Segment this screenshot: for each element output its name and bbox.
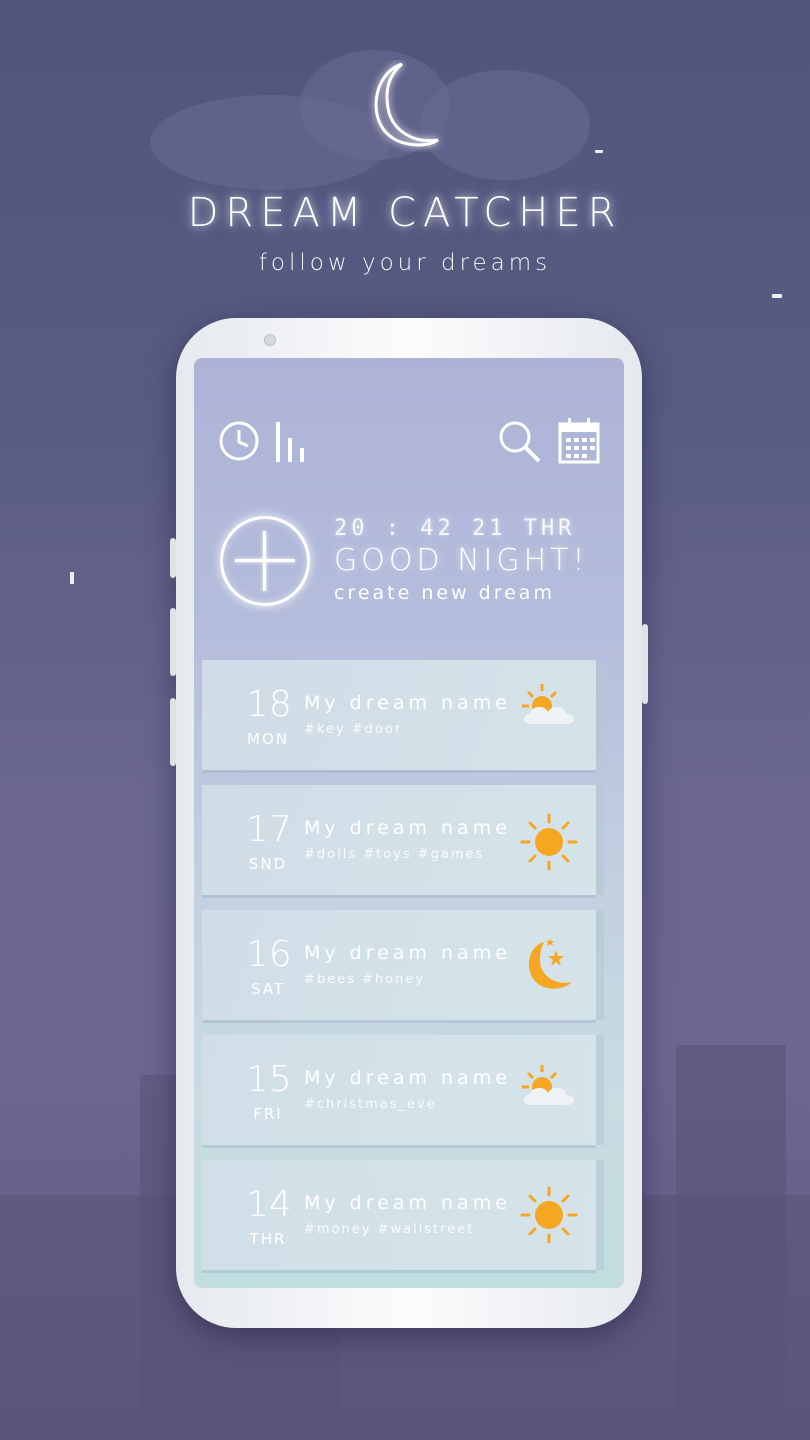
star-speck <box>772 294 782 298</box>
dream-card[interactable]: 17 SND My dream name #dolls #toys #games <box>202 785 604 895</box>
dream-weekday: MON <box>247 730 289 748</box>
partly-cloudy-icon <box>522 1065 574 1105</box>
dream-tags: #christmas_eve <box>304 1097 437 1112</box>
dream-weekday: SAT <box>250 980 286 998</box>
star-speck <box>595 150 603 153</box>
dream-tags: #key #door <box>304 722 403 737</box>
card-edge <box>596 910 604 1020</box>
dream-card[interactable]: 16 SAT My dream name #bees #honey <box>202 910 604 1020</box>
dream-name: My dream name <box>304 1192 511 1214</box>
create-dream-link[interactable]: create new dream <box>334 582 589 604</box>
dream-weekday: SND <box>248 855 288 873</box>
side-button <box>170 698 176 766</box>
side-button <box>170 538 176 578</box>
dream-tags: #dolls #toys #games <box>304 847 485 862</box>
create-dream-button[interactable] <box>220 516 310 606</box>
dream-weekday: FRI <box>253 1105 283 1123</box>
sun-icon <box>520 813 578 871</box>
phone-frame: 20 : 42 21 THR GOOD NIGHT! create new dr… <box>170 318 648 1328</box>
side-button <box>170 608 176 676</box>
greeting-text: GOOD NIGHT! <box>334 543 589 578</box>
search-icon[interactable] <box>498 420 542 464</box>
greeting-block: 20 : 42 21 THR GOOD NIGHT! create new dr… <box>334 516 589 604</box>
dream-card[interactable]: 18 MON My dream name #key #door <box>202 660 604 770</box>
dream-tags: #bees #honey <box>304 972 426 987</box>
card-edge <box>596 785 604 895</box>
partly-cloudy-icon <box>522 684 574 724</box>
side-button <box>642 624 648 704</box>
dream-name: My dream name <box>304 942 511 964</box>
dream-card[interactable]: 14 THR My dream name #money #wallstreet <box>202 1160 604 1270</box>
dream-card[interactable]: 15 FRI My dream name #christmas_eve <box>202 1035 604 1145</box>
dream-weekday: THR <box>249 1230 287 1248</box>
sun-icon <box>520 1186 578 1244</box>
dream-name: My dream name <box>304 1067 511 1089</box>
dream-day: 16 <box>246 934 292 975</box>
camera-dot <box>264 334 276 346</box>
calendar-icon[interactable] <box>558 418 600 464</box>
star-speck <box>70 572 74 584</box>
moon-logo-icon <box>374 62 439 147</box>
app-screen: 20 : 42 21 THR GOOD NIGHT! create new dr… <box>194 358 624 1288</box>
dream-day: 15 <box>246 1059 292 1100</box>
moon-stars-icon <box>529 938 572 989</box>
dream-name: My dream name <box>304 692 511 714</box>
dream-name: My dream name <box>304 817 511 839</box>
dream-day: 14 <box>246 1184 292 1225</box>
app-tagline: follow your dreams <box>258 250 552 276</box>
card-edge <box>596 1035 604 1145</box>
card-edge <box>596 660 604 770</box>
background-building <box>676 1045 786 1440</box>
current-time: 20 : 42 21 THR <box>334 516 576 541</box>
stats-icon[interactable] <box>274 418 310 464</box>
dream-day: 18 <box>246 684 292 725</box>
dream-day: 17 <box>246 809 292 850</box>
app-title: DREAM CATCHER <box>187 190 623 236</box>
dream-tags: #money #wallstreet <box>304 1222 475 1237</box>
clock-icon[interactable] <box>218 420 260 462</box>
card-edge <box>596 1160 604 1270</box>
